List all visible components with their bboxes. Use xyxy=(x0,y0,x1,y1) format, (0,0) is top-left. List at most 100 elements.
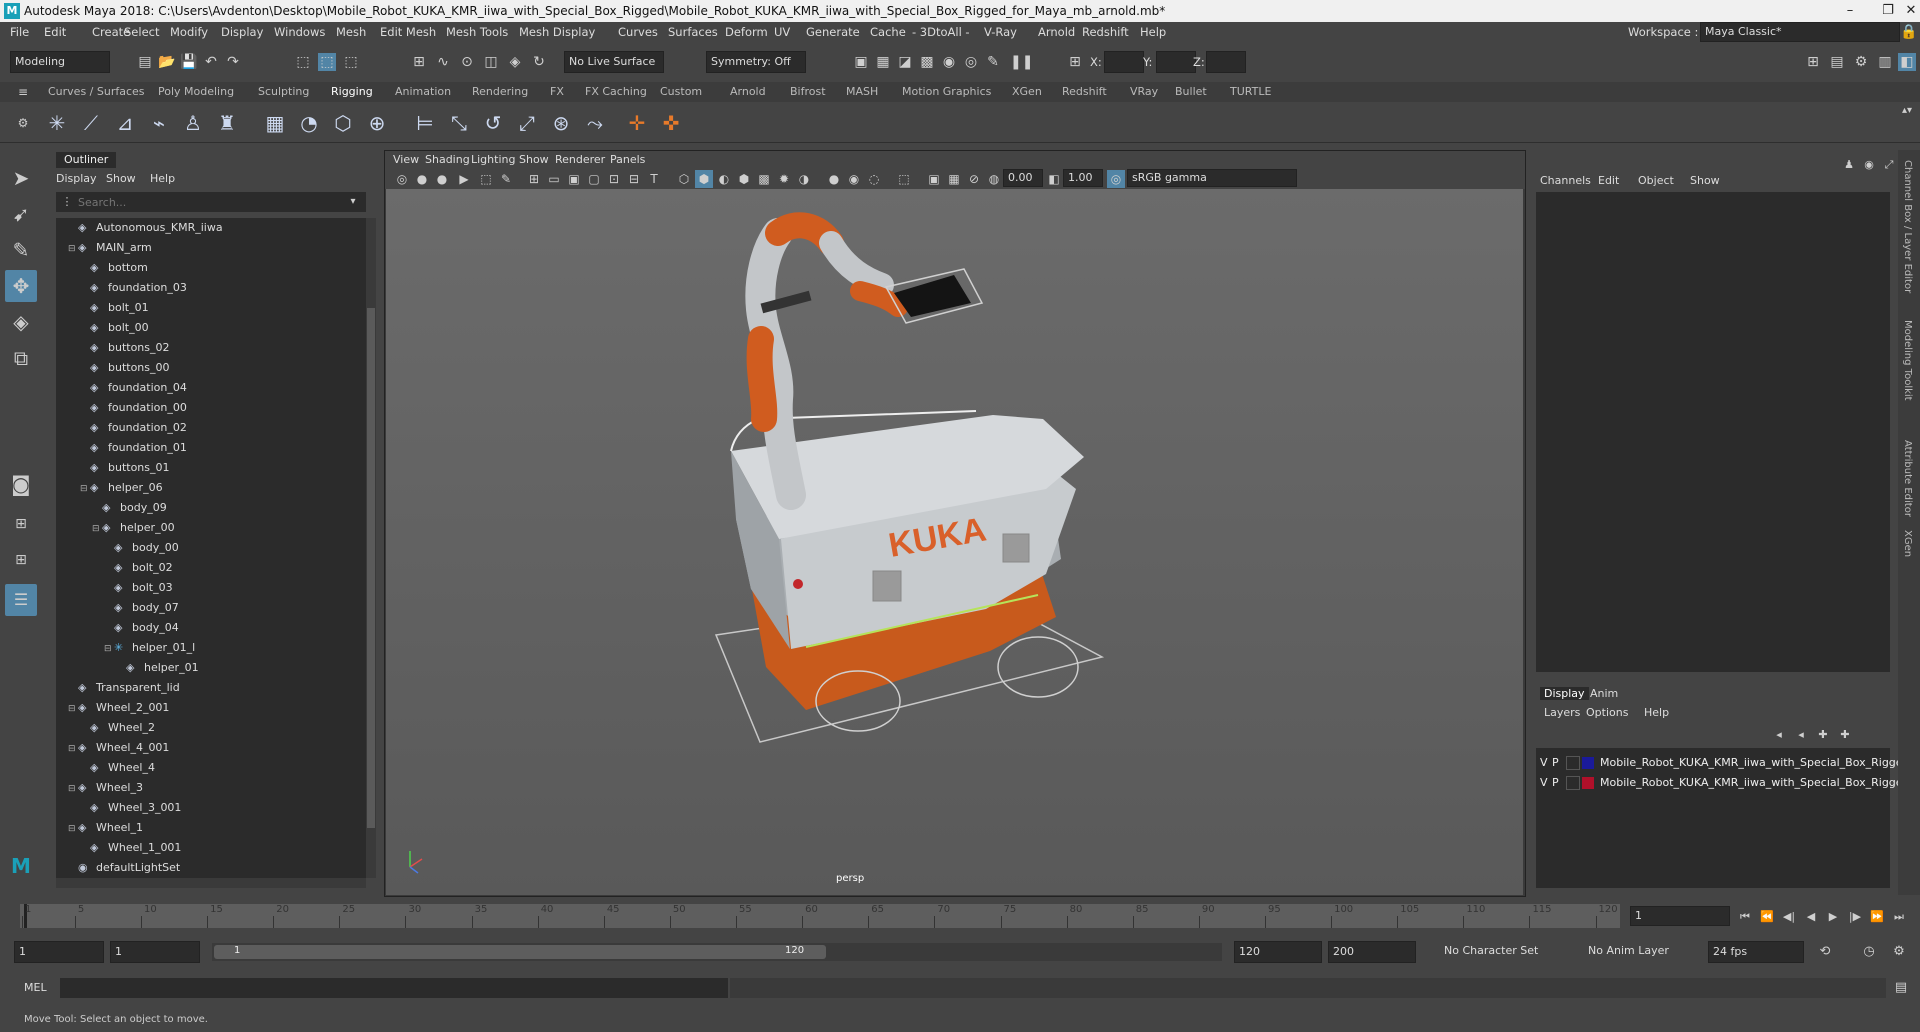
ik-handle-icon[interactable]: ⊿ xyxy=(112,110,138,136)
playback-start-field[interactable]: 1 xyxy=(110,941,200,963)
outliner-item[interactable]: ◈ body_04 xyxy=(104,618,179,638)
channel-box-icon[interactable]: ▥ xyxy=(1876,53,1894,71)
new-layer-icon[interactable]: ✚ xyxy=(1814,726,1832,744)
hypershade-icon[interactable]: ◉ xyxy=(940,53,958,71)
shelf-tab-rigging[interactable]: Rigging xyxy=(331,85,373,98)
select-object-icon[interactable]: ⬚ xyxy=(318,53,336,71)
layer-reference-toggle[interactable] xyxy=(1566,776,1580,790)
pole-vector-icon[interactable]: ⤳ xyxy=(582,110,608,136)
outliner-menu-show[interactable]: Show xyxy=(106,172,136,185)
step-forward-key-icon[interactable]: ⏩ xyxy=(1868,908,1886,926)
live-surface-field[interactable]: No Live Surface xyxy=(564,51,664,73)
locator-icon[interactable]: ✛ xyxy=(624,110,650,136)
paint-weights-icon[interactable]: ◔ xyxy=(296,110,322,136)
bind-skin-icon[interactable]: ▦ xyxy=(262,110,288,136)
isolate-select-icon[interactable]: ⬚ xyxy=(895,170,913,188)
layer-row[interactable]: V P Mobile_Robot_KUKA_KMR_iiwa_with_Specia… xyxy=(1540,774,1910,792)
side-tab-channel-box-layer-editor[interactable]: Channel Box / Layer Editor xyxy=(1902,160,1913,293)
viewport-3d[interactable]: KUKA persp xyxy=(386,189,1523,895)
snap-grid-icon[interactable]: ⊞ xyxy=(410,53,428,71)
shelf-settings-icon[interactable]: ⚙ xyxy=(14,114,32,132)
channel-box-option-icon-3[interactable]: ⤢ xyxy=(1880,156,1898,174)
expand-toggle-icon[interactable]: ⊟ xyxy=(68,779,78,799)
viewport-menu-shading[interactable]: Shading xyxy=(425,153,470,166)
snap-surface-icon[interactable]: ◈ xyxy=(506,53,524,71)
outliner-item[interactable]: ◈ body_09 xyxy=(92,498,167,518)
outliner-item[interactable]: ◈ buttons_02 xyxy=(80,338,170,358)
outliner-item[interactable]: ◈ body_07 xyxy=(104,598,179,618)
shelf-tab-mash[interactable]: MASH xyxy=(846,85,878,98)
two-d-pan-icon[interactable]: ⬚ xyxy=(477,170,495,188)
outliner-item[interactable]: ◈ bolt_03 xyxy=(104,578,173,598)
layer-menu-help[interactable]: Help xyxy=(1644,706,1669,719)
menu-mesh-display[interactable]: Mesh Display xyxy=(519,25,595,39)
orient-constraint-icon[interactable]: ↺ xyxy=(480,110,506,136)
range-handle[interactable] xyxy=(214,945,826,959)
move-tool-icon[interactable]: ✥ xyxy=(5,270,37,302)
lock-icon[interactable]: 🔒 xyxy=(1900,23,1918,41)
channel-box-toggle-icon[interactable]: ◧ xyxy=(1898,53,1916,71)
outliner-item[interactable]: ⊟ ◈ MAIN_arm xyxy=(68,238,152,258)
light-editor-icon[interactable]: ✎ xyxy=(984,53,1002,71)
outliner-item[interactable]: ⊟ ◈ Wheel_1 xyxy=(68,818,143,838)
play-forwards-icon[interactable]: ▶ xyxy=(1824,908,1842,926)
expand-toggle-icon[interactable]: ⊟ xyxy=(68,819,78,839)
shelf-tab-fx[interactable]: FX xyxy=(550,85,564,98)
safe-title-icon[interactable]: T xyxy=(645,170,663,188)
ik-spline-icon[interactable]: ⌁ xyxy=(146,110,172,136)
channel-box-option-icon-1[interactable]: ♟ xyxy=(1840,156,1858,174)
camera-exposure-icon[interactable]: ◍ xyxy=(985,170,1003,188)
shelf-menu-icon[interactable]: ≡ xyxy=(14,83,32,101)
layer-tab-display[interactable]: Display xyxy=(1540,687,1589,700)
shelf-tab-curves-surfaces[interactable]: Curves / Surfaces xyxy=(48,85,145,98)
outliner-menu-display[interactable]: Display xyxy=(56,172,97,185)
joint-orient-icon[interactable]: ✜ xyxy=(658,110,684,136)
parent-constraint-icon[interactable]: ⊨ xyxy=(412,110,438,136)
outliner-item[interactable]: ⊟ ◈ Wheel_3 xyxy=(68,778,143,798)
current-frame-field[interactable]: 1 xyxy=(1630,906,1730,926)
menu-select[interactable]: Select xyxy=(124,25,159,39)
select-hierarchy-icon[interactable]: ⬚ xyxy=(294,53,312,71)
resolution-gate-icon[interactable]: ▣ xyxy=(565,170,583,188)
menu-deform[interactable]: Deform xyxy=(725,25,768,39)
menu-v-ray[interactable]: V-Ray xyxy=(984,25,1017,39)
menu-mesh[interactable]: Mesh xyxy=(336,25,366,39)
shelf-tab-poly-modeling[interactable]: Poly Modeling xyxy=(158,85,234,98)
outliner-item[interactable]: ◈ foundation_04 xyxy=(80,378,187,398)
backface-culling-icon[interactable]: ⊘ xyxy=(965,170,983,188)
default-material-icon[interactable]: ◐ xyxy=(715,170,733,188)
four-view-icon[interactable]: ⊞ xyxy=(5,508,37,540)
menu-display[interactable]: Display xyxy=(221,25,263,39)
outliner-search-input[interactable] xyxy=(76,194,344,210)
outliner-item[interactable]: ◈ Autonomous_KMR_iiwa xyxy=(68,218,223,238)
grease-pencil-icon[interactable]: ✎ xyxy=(497,170,515,188)
anim-layer-dropdown[interactable]: No Anim Layer xyxy=(1584,941,1694,963)
expand-toggle-icon[interactable]: ⊟ xyxy=(68,739,78,759)
symmetry-dropdown[interactable]: Symmetry: Off xyxy=(706,51,806,73)
menu-cache[interactable]: Cache xyxy=(870,25,906,39)
move-layer-down-icon[interactable]: ◂ xyxy=(1792,726,1810,744)
shelf-tab-bullet[interactable]: Bullet xyxy=(1175,85,1207,98)
transform-mode-icon[interactable]: ⊞ xyxy=(1066,53,1084,71)
search-options-icon[interactable]: ⋮ xyxy=(58,193,76,211)
outliner-item[interactable]: ◈ Wheel_1_001 xyxy=(80,838,181,858)
step-back-key-icon[interactable]: ⏪ xyxy=(1758,908,1776,926)
new-scene-icon[interactable]: ▤ xyxy=(136,53,154,71)
color-space-dropdown[interactable]: sRGB gamma xyxy=(1127,169,1297,187)
layer-playback-toggle[interactable]: P xyxy=(1552,774,1566,792)
outliner-item[interactable]: ⊟ ◈ helper_06 xyxy=(80,478,163,498)
outliner-item[interactable]: ⊟ ✳ helper_01_l xyxy=(104,638,195,658)
outliner-item[interactable]: ◈ buttons_00 xyxy=(80,358,170,378)
xray-icon[interactable]: ▩ xyxy=(755,170,773,188)
step-back-frame-icon[interactable]: ◀| xyxy=(1780,908,1798,926)
expand-toggle-icon[interactable]: ⊟ xyxy=(92,519,102,539)
expand-toggle-icon[interactable]: ⊟ xyxy=(68,699,78,719)
layer-color-swatch[interactable] xyxy=(1582,757,1594,769)
undo-icon[interactable]: ↶ xyxy=(202,53,220,71)
ipr-render-icon[interactable]: ◪ xyxy=(896,53,914,71)
search-dropdown-icon[interactable]: ▾ xyxy=(344,193,362,211)
menu-edit-mesh[interactable]: Edit Mesh xyxy=(380,25,436,39)
side-tab-modeling-toolkit[interactable]: Modeling Toolkit xyxy=(1902,320,1913,401)
camera-gamma-icon[interactable]: ◧ xyxy=(1045,170,1063,188)
select-tool-icon[interactable]: ➤ xyxy=(5,162,37,194)
